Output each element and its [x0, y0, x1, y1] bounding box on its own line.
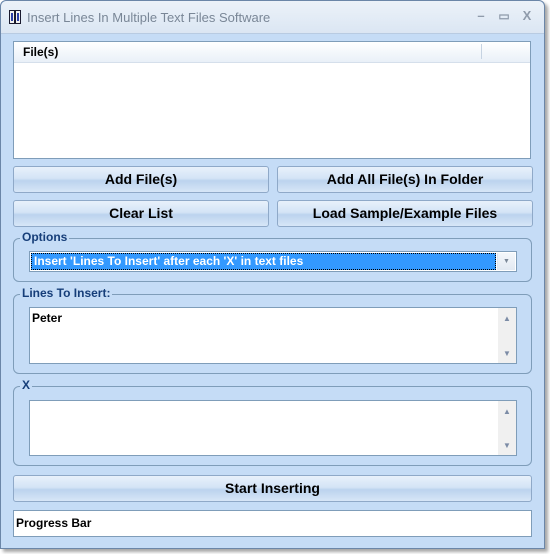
progress-bar: Progress Bar	[13, 510, 532, 537]
x-label: X	[20, 378, 33, 392]
x-input[interactable]: ▲ ▼	[29, 400, 517, 456]
lines-to-insert-scrollbar[interactable]: ▲ ▼	[498, 308, 516, 363]
scroll-down-icon[interactable]: ▼	[498, 347, 516, 361]
lines-to-insert-label: Lines To Insert:	[20, 286, 113, 300]
clear-list-button[interactable]: Clear List	[13, 200, 269, 227]
add-folder-button[interactable]: Add All File(s) In Folder	[277, 166, 533, 193]
options-group: Options Insert 'Lines To Insert' after e…	[13, 230, 532, 282]
minimize-button[interactable]: –	[471, 8, 491, 24]
options-label: Options	[20, 230, 70, 244]
chevron-down-icon[interactable]: ▼	[497, 253, 515, 270]
column-separator[interactable]	[481, 44, 482, 59]
start-inserting-button[interactable]: Start Inserting	[13, 475, 532, 502]
add-files-button[interactable]: Add File(s)	[13, 166, 269, 193]
maximize-button[interactable]: ▭	[494, 8, 514, 24]
close-button[interactable]: X	[517, 8, 537, 24]
window-title: Insert Lines In Multiple Text Files Soft…	[27, 10, 271, 25]
options-dropdown[interactable]: Insert 'Lines To Insert' after each 'X' …	[29, 251, 517, 272]
progress-bar-label: Progress Bar	[16, 516, 92, 530]
column-header-files[interactable]: File(s)	[23, 45, 58, 59]
lines-to-insert-group: Lines To Insert: Peter ▲ ▼	[13, 286, 532, 374]
x-group: X ▲ ▼	[13, 378, 532, 466]
file-list-header: File(s)	[14, 42, 530, 63]
title-bar[interactable]: Insert Lines In Multiple Text Files Soft…	[1, 1, 544, 34]
load-sample-button[interactable]: Load Sample/Example Files	[277, 200, 533, 227]
scroll-up-icon[interactable]: ▲	[498, 405, 516, 419]
options-selected-value: Insert 'Lines To Insert' after each 'X' …	[31, 253, 496, 270]
scroll-up-icon[interactable]: ▲	[498, 312, 516, 326]
scroll-down-icon[interactable]: ▼	[498, 439, 516, 453]
x-scrollbar[interactable]: ▲ ▼	[498, 401, 516, 455]
text-files-icon	[9, 10, 21, 24]
lines-to-insert-value: Peter	[32, 311, 63, 325]
main-window: Insert Lines In Multiple Text Files Soft…	[0, 0, 545, 549]
lines-to-insert-input[interactable]: Peter ▲ ▼	[29, 307, 517, 364]
file-list[interactable]: File(s)	[13, 41, 531, 159]
